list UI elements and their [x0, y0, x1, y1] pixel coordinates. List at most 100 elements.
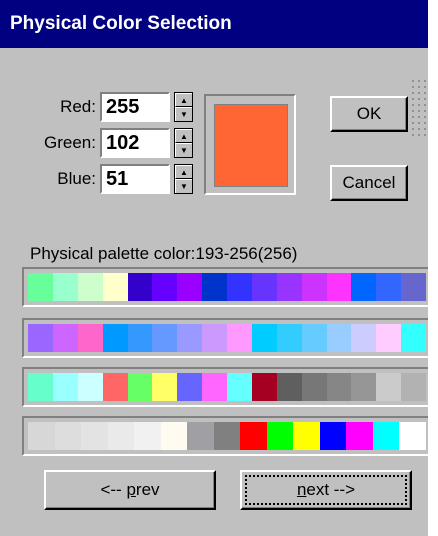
palette-swatch[interactable] — [401, 273, 426, 301]
palette-row — [22, 416, 428, 456]
green-down-arrow-icon[interactable]: ▼ — [175, 143, 192, 157]
palette-swatch[interactable] — [401, 373, 426, 401]
green-label: Green: — [44, 133, 96, 152]
palette-swatch[interactable] — [227, 324, 252, 352]
palette-swatch[interactable] — [52, 273, 78, 301]
green-spinner[interactable]: 102 ▲ ▼ — [100, 128, 193, 158]
palette-swatch[interactable] — [301, 273, 327, 301]
palette-row — [22, 367, 428, 407]
red-input[interactable]: 255 — [100, 92, 170, 122]
palette-swatch[interactable] — [266, 422, 294, 450]
palette-swatch[interactable] — [77, 324, 103, 352]
palette-swatch[interactable] — [152, 373, 178, 401]
palette-swatch[interactable] — [152, 273, 178, 301]
palette-swatch[interactable] — [351, 373, 377, 401]
palette-swatch[interactable] — [54, 422, 82, 450]
background-dot-pattern — [410, 78, 428, 138]
palette-swatch[interactable] — [351, 273, 377, 301]
palette-swatch[interactable] — [276, 324, 302, 352]
palette-swatch[interactable] — [326, 273, 352, 301]
palette-swatch[interactable] — [127, 324, 153, 352]
next-button[interactable]: next --> — [240, 470, 412, 510]
palette-swatch[interactable] — [28, 324, 53, 352]
palette-swatch[interactable] — [293, 422, 320, 450]
blue-spinner[interactable]: 51 ▲ ▼ — [100, 164, 193, 194]
palette-swatch[interactable] — [102, 324, 128, 352]
palette-swatch[interactable] — [276, 373, 302, 401]
ok-button[interactable]: OK — [330, 96, 408, 132]
palette-swatch[interactable] — [213, 422, 241, 450]
green-up-arrow-icon[interactable]: ▲ — [175, 129, 192, 143]
palette-swatch[interactable] — [134, 422, 161, 450]
palette-swatch[interactable] — [127, 373, 153, 401]
palette-swatch[interactable] — [301, 324, 327, 352]
palette-swatch[interactable] — [399, 422, 426, 450]
palette-swatch[interactable] — [376, 273, 402, 301]
next-accel: n — [296, 480, 307, 499]
color-selection-dialog: Physical Color Selection Red: 255 ▲ ▼ Gr… — [0, 0, 428, 536]
dialog-title: Physical Color Selection — [10, 13, 232, 34]
background-edge — [428, 0, 438, 536]
palette-swatch[interactable] — [202, 373, 227, 401]
palette-swatch[interactable] — [160, 422, 188, 450]
palette-swatch[interactable] — [187, 422, 214, 450]
palette-row — [22, 318, 428, 358]
palette-swatch[interactable] — [77, 373, 103, 401]
palette-swatch[interactable] — [227, 273, 252, 301]
blue-input[interactable]: 51 — [100, 164, 170, 194]
blue-label: Blue: — [57, 169, 96, 188]
palette-swatch[interactable] — [251, 273, 277, 301]
title-bar[interactable]: Physical Color Selection — [0, 0, 428, 48]
palette-swatch[interactable] — [177, 373, 203, 401]
palette-swatch[interactable] — [351, 324, 377, 352]
palette-swatch[interactable] — [251, 324, 277, 352]
palette-swatch[interactable] — [102, 273, 128, 301]
palette-swatch[interactable] — [202, 324, 227, 352]
palette-swatch[interactable] — [152, 324, 178, 352]
red-up-arrow-icon[interactable]: ▲ — [175, 93, 192, 107]
prev-rest: rev — [135, 480, 160, 499]
palette-swatch[interactable] — [276, 273, 302, 301]
cancel-button[interactable]: Cancel — [330, 165, 408, 201]
palette-swatch[interactable] — [372, 422, 400, 450]
red-down-arrow-icon[interactable]: ▼ — [175, 107, 192, 121]
prev-prefix: <-- — [100, 480, 127, 499]
palette-swatch[interactable] — [376, 324, 402, 352]
red-spinner[interactable]: 255 ▲ ▼ — [100, 92, 193, 122]
palette-swatch[interactable] — [401, 324, 426, 352]
blue-down-arrow-icon[interactable]: ▼ — [175, 179, 192, 193]
palette-swatch[interactable] — [107, 422, 135, 450]
next-rest: ext --> — [306, 480, 356, 499]
palette-swatch[interactable] — [301, 373, 327, 401]
palette-swatch[interactable] — [376, 373, 402, 401]
palette-swatch[interactable] — [240, 422, 267, 450]
color-preview-swatch — [214, 104, 288, 187]
red-spin-arrows[interactable]: ▲ ▼ — [174, 92, 193, 122]
prev-button[interactable]: <-- prev — [44, 470, 216, 510]
green-spin-arrows[interactable]: ▲ ▼ — [174, 128, 193, 158]
blue-value: 51 — [106, 168, 129, 190]
palette-swatch[interactable] — [326, 373, 352, 401]
palette-swatch[interactable] — [227, 373, 252, 401]
palette-swatch[interactable] — [102, 373, 128, 401]
palette-swatch[interactable] — [28, 273, 53, 301]
palette-swatch[interactable] — [251, 373, 277, 401]
blue-spin-arrows[interactable]: ▲ ▼ — [174, 164, 193, 194]
palette-row — [22, 267, 428, 307]
palette-range-label: Physical palette color:193-256(256) — [30, 244, 298, 263]
palette-swatch[interactable] — [127, 273, 153, 301]
palette-swatch[interactable] — [177, 324, 203, 352]
palette-swatch[interactable] — [52, 373, 78, 401]
palette-swatch[interactable] — [177, 273, 203, 301]
palette-swatch[interactable] — [28, 422, 55, 450]
palette-swatch[interactable] — [319, 422, 347, 450]
palette-swatch[interactable] — [81, 422, 108, 450]
palette-swatch[interactable] — [28, 373, 53, 401]
palette-swatch[interactable] — [346, 422, 373, 450]
palette-swatch[interactable] — [202, 273, 227, 301]
blue-up-arrow-icon[interactable]: ▲ — [175, 165, 192, 179]
palette-swatch[interactable] — [77, 273, 103, 301]
palette-swatch[interactable] — [52, 324, 78, 352]
palette-swatch[interactable] — [326, 324, 352, 352]
green-input[interactable]: 102 — [100, 128, 170, 158]
